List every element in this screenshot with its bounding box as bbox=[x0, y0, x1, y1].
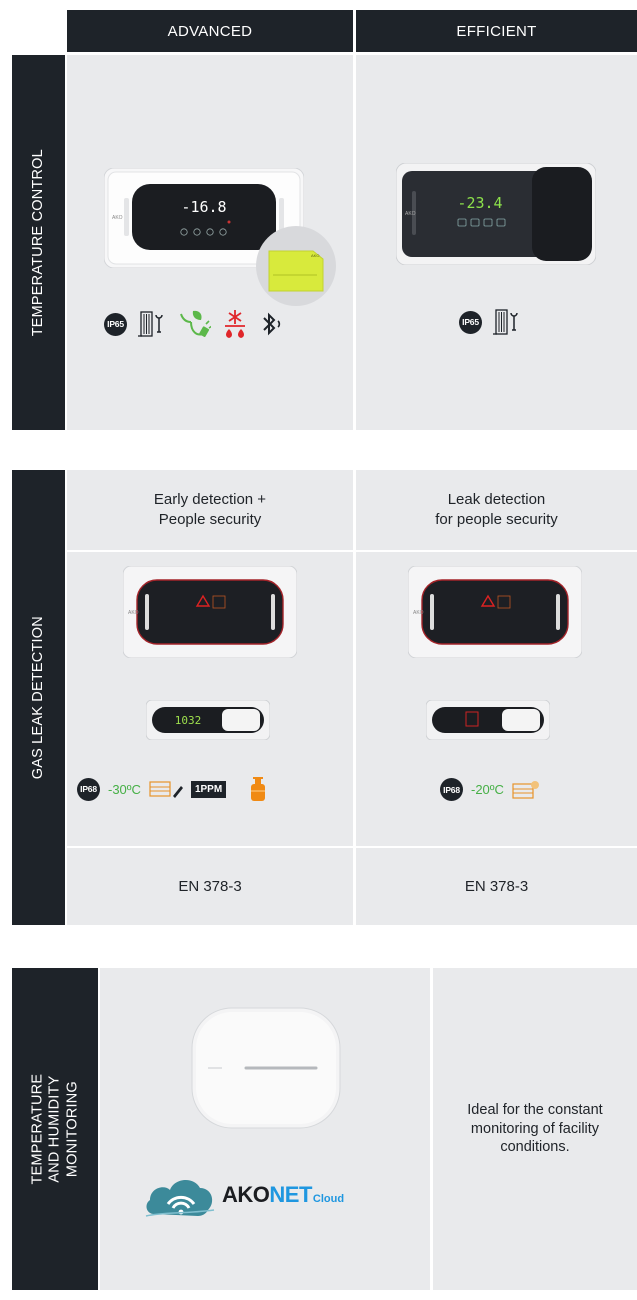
brand-ako: AKO bbox=[222, 1182, 270, 1207]
efficient-norm: EN 378-3 bbox=[356, 848, 637, 925]
gas-detector-panel-image: AKO bbox=[408, 566, 582, 658]
akonet-cloud-logo: AKO NET Cloud bbox=[144, 1164, 384, 1224]
row-label-gas-leak-detection: GAS LEAK DETECTION bbox=[12, 470, 65, 925]
gas-sensor-display-value: 1032 bbox=[175, 714, 202, 727]
row-label-text: GAS LEAK DETECTION bbox=[29, 615, 46, 780]
sd-card-icon: AKO bbox=[256, 226, 336, 306]
defrost-icon bbox=[225, 310, 245, 338]
advanced-temperature-cell: AKO -16.8 AKO IP65 bbox=[67, 55, 353, 430]
brand-cloud: Cloud bbox=[312, 1193, 345, 1205]
humidity-sensor-image bbox=[191, 1007, 341, 1129]
gas-sensor-unit-image bbox=[426, 700, 550, 740]
humidity-description-cell: Ideal for the constant monitoring of fac… bbox=[433, 968, 637, 1290]
gas-sensor-unit-image: 1032 bbox=[146, 700, 270, 740]
svg-text:AKO: AKO bbox=[311, 253, 319, 258]
gas-detector-panel-image: AKO bbox=[123, 566, 297, 658]
row-label-humidity-monitoring: TEMPERATURE AND HUMIDITY MONITORING bbox=[12, 968, 98, 1290]
cloud-wifi-icon bbox=[145, 1179, 215, 1217]
gas-cylinder-icon bbox=[251, 777, 266, 801]
svg-text:AKO: AKO bbox=[112, 215, 123, 221]
efficient-temperature-cell: AKO -23.4 IP65 bbox=[356, 55, 637, 430]
data-log-alarm-icon bbox=[512, 780, 539, 799]
temperature-rating: -30ºC bbox=[108, 781, 141, 797]
maintenance-icon bbox=[138, 311, 163, 337]
ip68-badge: IP68 bbox=[77, 777, 100, 801]
data-log-edit-icon bbox=[149, 781, 183, 798]
temperature-rating: -20ºC bbox=[471, 782, 504, 797]
efficient-gas-cell: AKO IP68 -20ºC bbox=[356, 552, 637, 846]
svg-text:AKO: AKO bbox=[413, 610, 424, 616]
efficient-display-value: -23.4 bbox=[457, 194, 502, 212]
column-header-advanced: ADVANCED bbox=[67, 10, 353, 52]
maintenance-icon bbox=[493, 309, 518, 335]
eco-plug-icon bbox=[180, 310, 211, 337]
row-label-text: TEMPERATURE AND HUMIDITY MONITORING bbox=[28, 1073, 80, 1185]
brand-net: NET bbox=[269, 1182, 312, 1207]
svg-text:AKO: AKO bbox=[128, 610, 139, 616]
ip65-badge: IP65 bbox=[104, 312, 127, 336]
efficient-controller-image: AKO -23.4 bbox=[396, 163, 596, 265]
efficient-gas-icons: IP68 -20ºC bbox=[440, 778, 542, 801]
bluetooth-icon bbox=[263, 312, 281, 336]
ip65-badge: IP65 bbox=[459, 310, 482, 334]
svg-text:AKO: AKO bbox=[405, 211, 416, 217]
advanced-norm: EN 378-3 bbox=[67, 848, 353, 925]
advanced-temperature-icons: IP65 bbox=[104, 308, 285, 340]
advanced-display-value: -16.8 bbox=[181, 198, 226, 216]
column-header-efficient: EFFICIENT bbox=[356, 10, 637, 52]
brand-text: AKO NET Cloud bbox=[222, 1182, 344, 1208]
advanced-gas-cell: AKO 1032 IP68 -30ºC 1PPM bbox=[67, 552, 353, 846]
advanced-gas-icons: IP68 -30ºC 1PPM bbox=[77, 776, 268, 802]
efficient-gas-caption: Leak detection for people security bbox=[356, 470, 637, 550]
humidity-device-cell: AKO NET Cloud bbox=[100, 968, 430, 1290]
row-label-text: TEMPERATURE CONTROL bbox=[29, 148, 46, 337]
sensitivity-badge: 1PPM bbox=[190, 780, 227, 798]
ip68-badge: IP68 bbox=[440, 778, 463, 801]
row-label-temperature-control: TEMPERATURE CONTROL bbox=[12, 55, 65, 430]
advanced-gas-caption: Early detection + People security bbox=[67, 470, 353, 550]
efficient-temperature-icons: IP65 bbox=[459, 308, 522, 336]
